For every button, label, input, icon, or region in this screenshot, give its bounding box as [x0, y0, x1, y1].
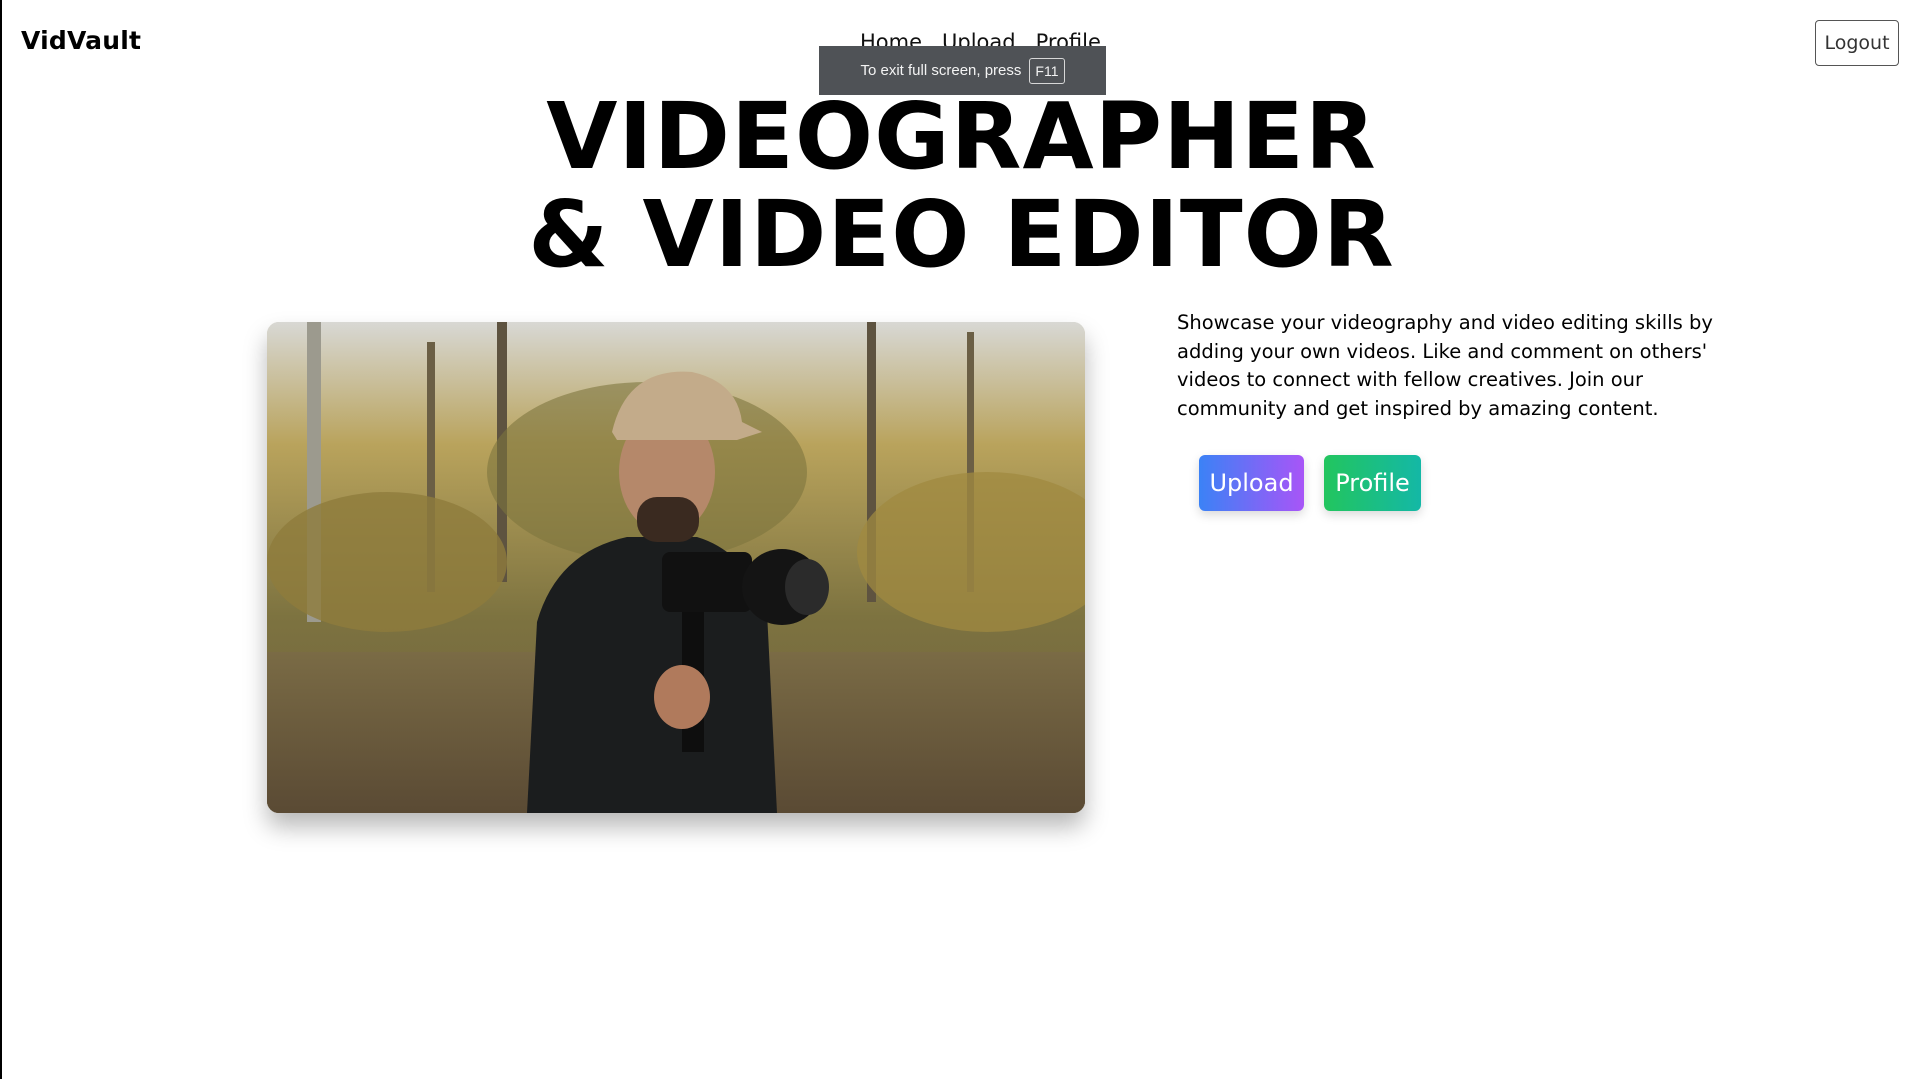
- f11-key-badge: F11: [1029, 57, 1065, 84]
- fullscreen-toast-message: To exit full screen, press: [860, 62, 1022, 79]
- headline-line-2: & VIDEO EDITOR: [528, 181, 1395, 288]
- headline-line-1: VIDEOGRAPHER: [546, 83, 1377, 190]
- hero-description: Showcase your videography and video edit…: [1177, 311, 1713, 420]
- page-title: VIDEOGRAPHER & VIDEO EDITOR: [2, 88, 1919, 284]
- videographer-photo: [267, 322, 1085, 813]
- upload-button[interactable]: Upload: [1199, 455, 1304, 511]
- profile-button[interactable]: Profile: [1324, 455, 1421, 511]
- logout-button[interactable]: Logout: [1815, 20, 1899, 66]
- hero-image: [267, 322, 1085, 813]
- brand-logo[interactable]: VidVault: [21, 26, 141, 55]
- page: VidVault Home Upload Profile Logout To e…: [0, 0, 1919, 1079]
